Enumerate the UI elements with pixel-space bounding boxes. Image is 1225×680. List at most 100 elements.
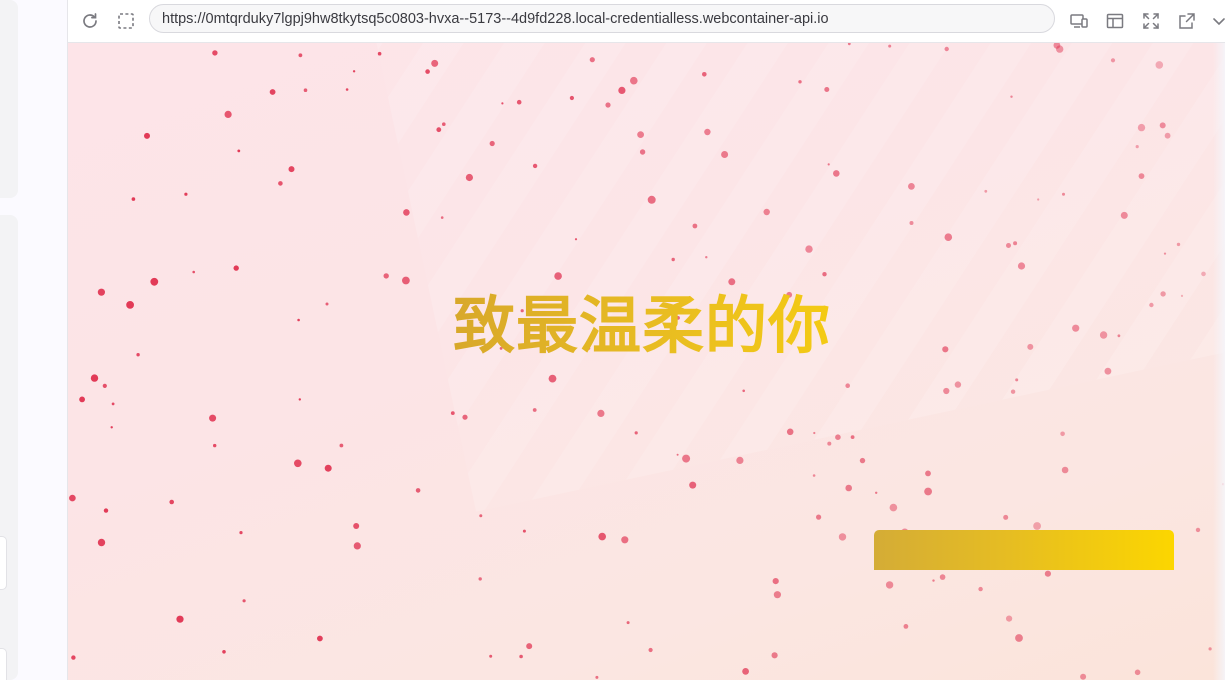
fullscreen-icon[interactable] bbox=[1139, 9, 1163, 33]
preview-toolbar: https://0mtqrduky7lgpj9hw8tkytsq5c0803-h… bbox=[68, 0, 1225, 43]
particle-dot bbox=[1015, 378, 1019, 382]
particle-dot bbox=[589, 57, 595, 63]
particle-dot bbox=[377, 51, 382, 56]
particle-dot bbox=[944, 46, 949, 52]
particle-dot bbox=[102, 383, 107, 388]
particle-dot bbox=[431, 59, 439, 67]
particle-dot bbox=[833, 170, 840, 177]
particle-dot bbox=[798, 80, 802, 84]
particle-dot bbox=[835, 434, 841, 441]
particle-dot bbox=[339, 443, 344, 448]
particle-dot bbox=[850, 435, 855, 439]
particle-dot bbox=[847, 43, 851, 46]
devices-icon[interactable] bbox=[1067, 9, 1091, 33]
particle-dot bbox=[519, 654, 523, 659]
particle-dot bbox=[598, 532, 606, 541]
particle-dot bbox=[648, 647, 653, 653]
particle-dot bbox=[597, 409, 605, 417]
particle-dot bbox=[845, 383, 850, 389]
particle-dot bbox=[1149, 302, 1154, 308]
particle-dot bbox=[403, 209, 410, 216]
particle-dot bbox=[1017, 262, 1026, 270]
particle-dot bbox=[1176, 242, 1181, 247]
particle-dot bbox=[618, 86, 626, 94]
left-sidebar bbox=[0, 0, 68, 680]
particle-dot bbox=[637, 131, 644, 138]
particle-dot bbox=[1080, 673, 1087, 680]
particle-dot bbox=[383, 273, 389, 279]
particle-dot bbox=[303, 88, 308, 92]
particle-dot bbox=[942, 346, 949, 353]
open-external-icon[interactable] bbox=[1175, 9, 1199, 33]
particle-dot bbox=[97, 288, 105, 296]
particle-dot bbox=[1208, 647, 1212, 651]
particle-dot bbox=[1159, 122, 1166, 129]
particle-dot bbox=[943, 387, 950, 395]
particle-dot bbox=[647, 195, 656, 204]
particle-dot bbox=[1160, 291, 1166, 297]
particle-dot bbox=[1164, 132, 1171, 139]
particle-dot bbox=[1010, 95, 1013, 98]
particle-dot bbox=[1135, 145, 1139, 149]
particle-dot bbox=[875, 491, 878, 494]
particle-dot bbox=[176, 615, 184, 623]
particle-dot bbox=[239, 531, 243, 535]
particle-dot bbox=[845, 484, 852, 492]
particle-dot bbox=[71, 655, 76, 660]
ide-window: https://0mtqrduky7lgpj9hw8tkytsq5c0803-h… bbox=[0, 0, 1225, 680]
particle-dot bbox=[415, 488, 421, 493]
particle-dot bbox=[269, 89, 276, 95]
particle-dot bbox=[909, 221, 914, 225]
particle-dot bbox=[522, 529, 526, 533]
particle-dot bbox=[1037, 198, 1040, 201]
particle-dot bbox=[885, 581, 894, 589]
particle-dot bbox=[838, 533, 847, 541]
particle-dot bbox=[888, 44, 892, 48]
page-title: 致最温柔的你 bbox=[453, 275, 853, 365]
particle-dot bbox=[224, 110, 232, 118]
particle-dot bbox=[402, 276, 410, 285]
particle-dot bbox=[136, 353, 140, 357]
particle-dot bbox=[704, 128, 711, 136]
particle-dot bbox=[325, 302, 329, 306]
particle-dot bbox=[425, 69, 430, 74]
particle-dot bbox=[242, 599, 246, 603]
particle-dot bbox=[1060, 431, 1065, 437]
particle-dot bbox=[1003, 514, 1009, 520]
particle-dot bbox=[532, 408, 537, 412]
chevron-down-icon[interactable] bbox=[1207, 9, 1225, 33]
particle-dot bbox=[772, 578, 779, 585]
particle-dot bbox=[944, 233, 953, 241]
particle-dot bbox=[1110, 58, 1116, 63]
particle-dot bbox=[742, 389, 745, 393]
gold-button[interactable] bbox=[874, 530, 1174, 570]
particle-dot bbox=[805, 245, 813, 253]
particle-dot bbox=[1138, 173, 1145, 180]
particle-dot bbox=[671, 257, 675, 262]
particle-dot bbox=[479, 514, 483, 518]
particle-dot bbox=[1010, 389, 1016, 394]
particle-dot bbox=[90, 374, 99, 382]
particle-dot bbox=[192, 270, 195, 274]
particle-dot bbox=[1027, 343, 1034, 350]
left-panel-handle[interactable] bbox=[0, 648, 7, 680]
particle-dot bbox=[442, 122, 446, 126]
particle-dot bbox=[288, 166, 295, 173]
reload-icon[interactable] bbox=[78, 9, 102, 33]
particle-dot bbox=[501, 102, 504, 105]
particle-dot bbox=[1180, 294, 1184, 297]
layout-icon[interactable] bbox=[1103, 9, 1127, 33]
particle-dot bbox=[516, 99, 522, 105]
particle-dot bbox=[569, 95, 574, 101]
url-bar[interactable]: https://0mtqrduky7lgpj9hw8tkytsq5c0803-h… bbox=[149, 4, 1055, 33]
left-panel-handle[interactable] bbox=[0, 536, 7, 590]
particle-dot bbox=[1163, 252, 1167, 255]
particle-dot bbox=[1117, 334, 1121, 338]
select-element-icon[interactable] bbox=[114, 9, 138, 33]
particle-dot bbox=[1013, 241, 1018, 246]
particle-dot bbox=[908, 183, 915, 190]
particle-dot bbox=[742, 668, 749, 675]
particle-dot bbox=[736, 456, 744, 464]
particle-dot bbox=[353, 523, 360, 529]
particle-dot bbox=[932, 579, 935, 582]
